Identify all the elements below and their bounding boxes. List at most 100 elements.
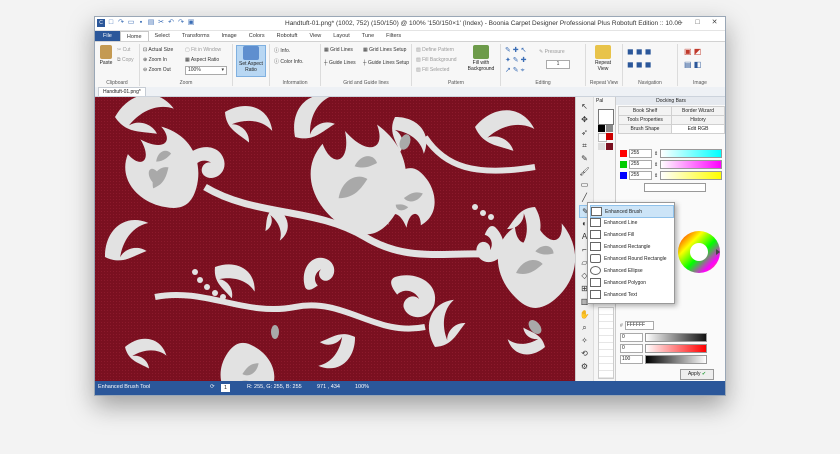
tab-image[interactable]: Image xyxy=(215,31,242,41)
image-tools2-icon[interactable]: ▤ ◧ xyxy=(684,60,701,69)
image-tools-icon[interactable]: ▣ ◩ xyxy=(684,47,701,56)
menu-item-enhanced-rectangle[interactable]: Enhanced Rectangle xyxy=(590,241,672,252)
repeat-view-button[interactable]: Repeat View xyxy=(589,45,617,75)
palette-list[interactable] xyxy=(598,307,614,379)
spin-icon[interactable]: ⇕ xyxy=(654,151,658,157)
zoom-select[interactable]: 100% ▾ xyxy=(185,66,227,75)
grid-lines-button[interactable]: ▦ Grid Lines xyxy=(324,47,353,53)
guide-lines-setup-button[interactable]: ┼ Guide Lines Setup xyxy=(363,60,409,66)
fill-with-background-button[interactable]: Fill with Background xyxy=(464,45,498,75)
zoom-tool-icon[interactable]: ⌕ xyxy=(579,322,590,333)
minimize-icon[interactable]: – xyxy=(672,18,689,28)
aspect-ratio-button[interactable]: ▦ Aspect Ratio xyxy=(185,57,219,63)
red-gradient-slider[interactable] xyxy=(660,149,723,158)
nav-up-icons[interactable]: ◼ ◼ ◼ xyxy=(627,47,651,56)
refresh-icon[interactable]: ⟳ xyxy=(210,384,215,390)
green-gradient-slider[interactable] xyxy=(660,160,723,169)
color-wheel[interactable] xyxy=(676,229,722,275)
select-arrow-icon[interactable]: ↖ xyxy=(579,101,590,112)
app-icon[interactable]: C xyxy=(97,19,105,27)
tab-brush-shape[interactable]: Brush Shape xyxy=(618,124,672,134)
menu-item-enhanced-ellipse[interactable]: Enhanced Ellipse xyxy=(590,265,672,276)
luminance-slider[interactable] xyxy=(645,333,707,342)
lasso-icon[interactable]: ➶ xyxy=(579,127,590,138)
menu-item-enhanced-polygon[interactable]: Enhanced Polygon xyxy=(590,277,672,288)
define-pattern-button[interactable]: ▧ Define Pattern xyxy=(416,47,454,53)
paste-button[interactable]: Paste xyxy=(97,45,115,75)
brush-icon[interactable]: 🖌 xyxy=(579,166,590,177)
palette-swatch[interactable] xyxy=(598,143,605,150)
redo2-icon[interactable]: ↷ xyxy=(177,19,185,27)
hex-value-input[interactable]: FFFFFF xyxy=(624,321,654,330)
print-icon[interactable]: ▤ xyxy=(147,19,155,27)
bottom-value-input[interactable]: 0 xyxy=(620,333,643,342)
tab-layout[interactable]: Layout xyxy=(327,31,356,41)
zoom-in-button[interactable]: ⊕ Zoom In xyxy=(143,57,167,63)
apply-button[interactable]: Apply ✔ xyxy=(680,369,714,380)
red-value-input[interactable]: 255 xyxy=(629,149,652,158)
close-icon[interactable]: ✕ xyxy=(706,18,723,28)
tab-select[interactable]: Select xyxy=(149,31,176,41)
hand-icon[interactable]: ✋ xyxy=(579,309,590,320)
edit-tools2-icon[interactable]: ✦ ✎ ✚ xyxy=(505,56,527,64)
edit-tools-icon[interactable]: ✎ ✚ ↖ xyxy=(505,46,527,54)
window-icon[interactable]: ▣ xyxy=(187,19,195,27)
zoom-out-button[interactable]: ⊖ Zoom Out xyxy=(143,67,171,73)
document-tab[interactable]: Handtuft-01.png* xyxy=(98,87,146,96)
copy-button[interactable]: ⧉ Copy xyxy=(117,57,134,63)
info-button[interactable]: ⓘ Info. xyxy=(274,47,290,54)
page-indicator[interactable]: 1 xyxy=(221,384,231,392)
blue-gradient-slider[interactable] xyxy=(660,171,723,180)
palette-swatch[interactable] xyxy=(606,125,613,132)
new-file-icon[interactable]: □ xyxy=(107,19,115,27)
rectangle-icon[interactable]: ▭ xyxy=(579,179,590,190)
magic-wand-icon[interactable]: ✧ xyxy=(579,335,590,346)
set-aspect-ratio-button[interactable]: Set Aspect Ratio xyxy=(236,45,266,77)
tab-file[interactable]: File xyxy=(95,31,120,41)
brightness-slider[interactable] xyxy=(645,355,707,364)
maximize-icon[interactable]: □ xyxy=(689,18,706,28)
tab-colors[interactable]: Colors xyxy=(243,31,271,41)
blue-value-input[interactable]: 255 xyxy=(629,171,652,180)
tab-transforms[interactable]: Transforms xyxy=(176,31,216,41)
grid-lines-setup-button[interactable]: ▦ Grid Lines Setup xyxy=(363,47,406,53)
menu-item-enhanced-text[interactable]: Enhanced Text xyxy=(590,289,672,300)
tab-tune[interactable]: Tune xyxy=(356,31,380,41)
menu-item-enhanced-line[interactable]: Enhanced Line xyxy=(590,217,672,228)
redo-icon[interactable]: ↷ xyxy=(117,19,125,27)
spin-icon[interactable]: ⇕ xyxy=(654,173,658,179)
tab-view[interactable]: View xyxy=(303,31,327,41)
cut-button[interactable]: ✂ Cut xyxy=(117,47,130,53)
pencil-icon[interactable]: ✎ xyxy=(579,153,590,164)
menu-item-enhanced-round-rectangle[interactable]: Enhanced Round Rectangle xyxy=(590,253,672,264)
palette-swatch[interactable] xyxy=(598,125,605,132)
tab-robotuft[interactable]: Robotuft xyxy=(271,31,304,41)
open-icon[interactable]: ▭ xyxy=(127,19,135,27)
fit-in-window-button[interactable]: ▢ Fit in Window xyxy=(185,47,221,53)
nav-down-icons[interactable]: ◼ ◼ ◼ xyxy=(627,60,651,69)
settings-tool-icon[interactable]: ⚙ xyxy=(579,361,590,372)
primary-color-swatch[interactable] xyxy=(598,109,614,125)
bottom-value-input[interactable]: 100 xyxy=(620,355,643,364)
brush-size-input[interactable]: 1 xyxy=(546,60,570,69)
bottom-value-input[interactable]: 0 xyxy=(620,344,643,353)
palette-swatch[interactable] xyxy=(606,133,613,140)
color-info-button[interactable]: ⓘ Color Info. xyxy=(274,58,303,65)
guide-lines-button[interactable]: ┼ Guide Lines xyxy=(324,60,356,66)
move-icon[interactable]: ✥ xyxy=(579,114,590,125)
fill-background-button[interactable]: ▧ Fill Background xyxy=(416,57,457,63)
edit-tools3-icon[interactable]: ↗ ✎ ⌖ xyxy=(505,66,525,75)
tab-filters[interactable]: Filters xyxy=(380,31,407,41)
actual-size-button[interactable]: ⊡ Actual Size xyxy=(143,47,173,53)
save-icon[interactable]: ▪ xyxy=(137,19,145,27)
image-canvas[interactable] xyxy=(95,97,575,381)
spin-icon[interactable]: ⇕ xyxy=(654,162,658,168)
warp-icon[interactable]: ⟲ xyxy=(579,348,590,359)
fill-selected-button[interactable]: ▧ Fill Selected xyxy=(416,67,449,73)
tools-icon[interactable]: ✂ xyxy=(157,19,165,27)
green-value-input[interactable]: 255 xyxy=(629,160,652,169)
undo-icon[interactable]: ↶ xyxy=(167,19,175,27)
tab-home[interactable]: Home xyxy=(119,30,149,42)
saturation-slider[interactable] xyxy=(645,344,707,353)
crop-icon[interactable]: ⌗ xyxy=(579,140,590,151)
